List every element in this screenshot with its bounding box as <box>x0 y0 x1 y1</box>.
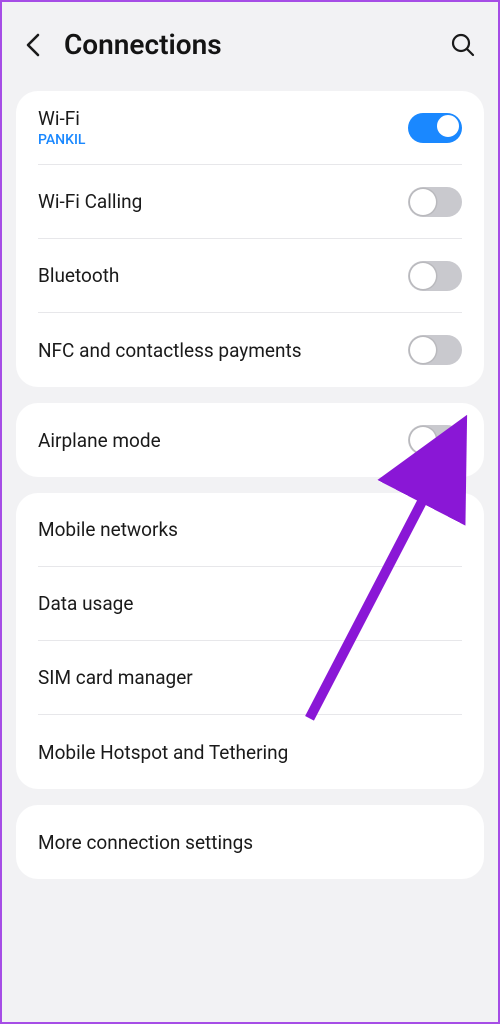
search-icon <box>450 32 476 58</box>
hotspot-tethering-row[interactable]: Mobile Hotspot and Tethering <box>38 715 462 789</box>
settings-group: Airplane mode <box>16 403 484 477</box>
row-label: Wi-Fi <box>38 107 85 130</box>
bluetooth-toggle[interactable] <box>408 261 462 291</box>
bluetooth-row[interactable]: Bluetooth <box>38 239 462 313</box>
wifi-calling-toggle[interactable] <box>408 187 462 217</box>
settings-group: More connection settings <box>16 805 484 879</box>
wifi-network-name: PANKIL <box>38 132 85 148</box>
row-label: Data usage <box>38 592 133 615</box>
wifi-calling-row[interactable]: Wi-Fi Calling <box>38 165 462 239</box>
back-button[interactable] <box>24 31 44 59</box>
nfc-row[interactable]: NFC and contactless payments <box>38 313 462 387</box>
row-label: Airplane mode <box>38 429 161 452</box>
page-title: Connections <box>64 28 430 61</box>
data-usage-row[interactable]: Data usage <box>38 567 462 641</box>
row-label: SIM card manager <box>38 666 193 689</box>
sim-card-manager-row[interactable]: SIM card manager <box>38 641 462 715</box>
wifi-toggle[interactable] <box>408 113 462 143</box>
search-button[interactable] <box>450 32 476 58</box>
chevron-left-icon <box>24 31 44 59</box>
more-connection-settings-row[interactable]: More connection settings <box>38 805 462 879</box>
settings-group: Mobile networks Data usage SIM card mana… <box>16 493 484 789</box>
mobile-networks-row[interactable]: Mobile networks <box>38 493 462 567</box>
row-label: Wi-Fi Calling <box>38 190 142 213</box>
settings-group: Wi-Fi PANKIL Wi-Fi Calling Bluetooth NFC… <box>16 91 484 387</box>
airplane-mode-toggle[interactable] <box>408 425 462 455</box>
row-label: Mobile Hotspot and Tethering <box>38 741 288 764</box>
nfc-toggle[interactable] <box>408 335 462 365</box>
row-label: NFC and contactless payments <box>38 339 302 362</box>
row-label: More connection settings <box>38 831 253 854</box>
wifi-row[interactable]: Wi-Fi PANKIL <box>38 91 462 165</box>
header: Connections <box>2 2 498 91</box>
row-label: Bluetooth <box>38 264 119 287</box>
row-label: Mobile networks <box>38 518 178 541</box>
airplane-mode-row[interactable]: Airplane mode <box>38 403 462 477</box>
